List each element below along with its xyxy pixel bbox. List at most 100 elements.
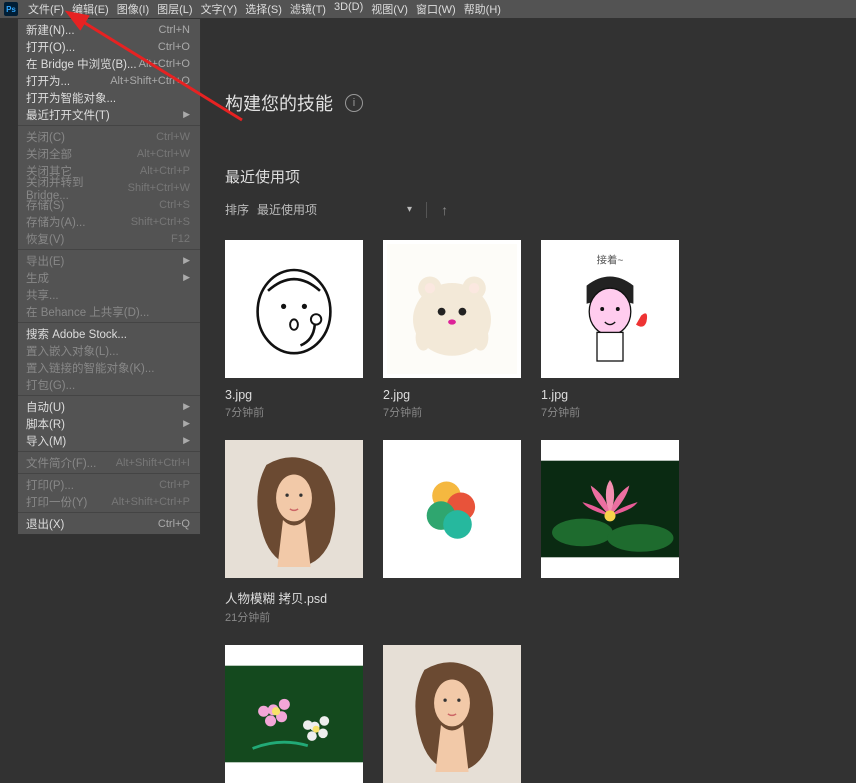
menu-item-label: 打印一份(Y) (26, 494, 87, 510)
menu-separator (18, 249, 200, 250)
thumbnail-image[interactable] (383, 240, 521, 378)
menu-item: 存储为(A)... Shift+Ctrl+S (18, 213, 200, 230)
menubar-item[interactable]: 窗口(W) (412, 1, 460, 17)
menu-item[interactable]: 导入(M) ▶ (18, 432, 200, 449)
thumbnail-name: 人物模糊 拷贝.psd (225, 588, 363, 607)
menu-separator (18, 451, 200, 452)
file-menu-dropdown: 新建(N)...Ctrl+N打开(O)...Ctrl+O在 Bridge 中浏览… (17, 18, 201, 535)
thumbnail-item (225, 645, 363, 783)
thumbnail-time: 7分钟前 (225, 404, 363, 420)
menu-item-label: 新建(N)... (26, 22, 75, 38)
menu-item: 置入链接的智能对象(K)... (18, 359, 200, 376)
thumbnail-image[interactable]: 接着~ (541, 240, 679, 378)
svg-text:接着~: 接着~ (597, 254, 624, 267)
main-content: 构建您的技能 i 最近使用项 排序 最近使用项 ▾ ↑ 3.jpg7分钟前2.j… (225, 90, 832, 783)
menu-item: 打印一份(Y) Alt+Shift+Ctrl+P (18, 493, 200, 510)
thumbnail-image[interactable] (383, 645, 521, 783)
menubar-item[interactable]: 文字(Y) (197, 1, 242, 17)
menu-item: 生成▶ (18, 269, 200, 286)
menu-item[interactable]: 最近打开文件(T) ▶ (18, 106, 200, 123)
menu-shortcut: Shift+Ctrl+S (131, 216, 190, 228)
thumbnail-image[interactable] (225, 440, 363, 578)
menu-shortcut: Ctrl+Q (158, 518, 190, 530)
menu-shortcut: F12 (171, 233, 190, 245)
app-icon: Ps (4, 2, 18, 16)
menu-item-label: 置入链接的智能对象(K)... (26, 360, 154, 376)
menu-shortcut: Alt+Ctrl+W (137, 148, 190, 160)
menu-item-label: 在 Behance 上共享(D)... (26, 304, 149, 320)
thumbnail-item: 人物模糊 拷贝.psd 21分钟前 (225, 440, 363, 625)
thumbnail-image[interactable] (383, 440, 521, 578)
thumbnail-image[interactable] (225, 240, 363, 378)
menu-item-label: 打开为智能对象... (26, 90, 116, 106)
menu-item: 共享... (18, 286, 200, 303)
menu-item-label: 存储为(A)... (26, 214, 85, 230)
submenu-arrow-icon: ▶ (183, 435, 190, 446)
menu-item: 打包(G)... (18, 376, 200, 393)
menu-item[interactable]: 打开(O)...Ctrl+O (18, 38, 200, 55)
sort-dropdown[interactable]: 最近使用项 ▾ (257, 201, 412, 218)
menubar-item[interactable]: 3D(D) (330, 1, 367, 17)
menu-item-label: 搜索 Adobe Stock... (26, 326, 127, 342)
menubar-item[interactable]: 编辑(E) (68, 1, 113, 17)
menu-item-label: 自动(U) (26, 399, 65, 415)
menu-item-label: 导出(E) (26, 253, 64, 269)
menu-item: 导出(E) ▶ (18, 252, 200, 269)
menu-item: 关闭全部 Alt+Ctrl+W (18, 145, 200, 162)
menu-item-label: 关闭全部 (26, 146, 72, 162)
menu-separator (18, 512, 200, 513)
thumbnail-item: 2.jpg7分钟前 (383, 240, 521, 420)
menu-item: 在 Behance 上共享(D)... (18, 303, 200, 320)
menu-item: 置入嵌入对象(L)... (18, 342, 200, 359)
menu-separator (18, 322, 200, 323)
menu-item[interactable]: 新建(N)...Ctrl+N (18, 21, 200, 38)
menubar-item[interactable]: 图像(I) (113, 1, 153, 17)
menu-shortcut: Shift+Ctrl+W (128, 182, 190, 194)
menu-item-label: 导入(M) (26, 433, 66, 449)
menubar-item[interactable]: 选择(S) (241, 1, 286, 17)
menubar-item[interactable]: 文件(F) (24, 1, 68, 17)
menu-item-label: 最近打开文件(T) (26, 107, 110, 123)
submenu-arrow-icon: ▶ (183, 109, 190, 120)
thumbnail-time: 21分钟前 (225, 609, 363, 625)
sort-value: 最近使用项 (257, 201, 317, 218)
submenu-arrow-icon: ▶ (183, 418, 190, 429)
menu-item[interactable]: 在 Bridge 中浏览(B)...Alt+Ctrl+O (18, 55, 200, 72)
menu-item-label: 退出(X) (26, 516, 64, 532)
menu-separator (18, 125, 200, 126)
menu-item: 关闭并转到 Bridge...Shift+Ctrl+W (18, 179, 200, 196)
menu-item[interactable]: 打开为...Alt+Shift+Ctrl+O (18, 72, 200, 89)
submenu-arrow-icon: ▶ (183, 255, 190, 266)
menu-item-label: 打印(P)... (26, 477, 74, 493)
menu-item-label: 打开为... (26, 73, 70, 89)
menubar-item[interactable]: 视图(V) (367, 1, 412, 17)
menu-shortcut: Alt+Shift+Ctrl+I (116, 457, 190, 469)
menubar-item[interactable]: 帮助(H) (460, 1, 505, 17)
menubar-item[interactable]: 滤镜(T) (286, 1, 330, 17)
thumbnail-name: 1.jpg (541, 388, 679, 402)
thumbnail-name: 2.jpg (383, 388, 521, 402)
menu-shortcut: Ctrl+W (156, 131, 190, 143)
info-icon[interactable]: i (345, 94, 363, 112)
thumbnail-item: 接着~1.jpg7分钟前 (541, 240, 679, 420)
thumbnail-image[interactable] (225, 645, 363, 783)
menu-item: 打印(P)...Ctrl+P (18, 476, 200, 493)
menu-item[interactable]: 搜索 Adobe Stock... (18, 325, 200, 342)
menu-separator (18, 395, 200, 396)
page-heading: 构建您的技能 (225, 90, 333, 116)
submenu-arrow-icon: ▶ (183, 401, 190, 412)
menu-item-label: 在 Bridge 中浏览(B)... (26, 56, 137, 72)
menu-item-label: 共享... (26, 287, 59, 303)
thumbnail-item (541, 440, 679, 625)
menu-item[interactable]: 退出(X) Ctrl+Q (18, 515, 200, 532)
sort-direction-icon[interactable]: ↑ (441, 202, 448, 218)
menubar-item[interactable]: 图层(L) (153, 1, 196, 17)
menu-item-label: 生成 (26, 270, 49, 286)
thumbnail-image[interactable] (541, 440, 679, 578)
menu-shortcut: Alt+Shift+Ctrl+P (111, 496, 190, 508)
menu-item[interactable]: 打开为智能对象... (18, 89, 200, 106)
menu-item[interactable]: 自动(U) ▶ (18, 398, 200, 415)
menu-item-label: 打包(G)... (26, 377, 75, 393)
menu-item[interactable]: 脚本(R)▶ (18, 415, 200, 432)
menu-item: 关闭(C)Ctrl+W (18, 128, 200, 145)
